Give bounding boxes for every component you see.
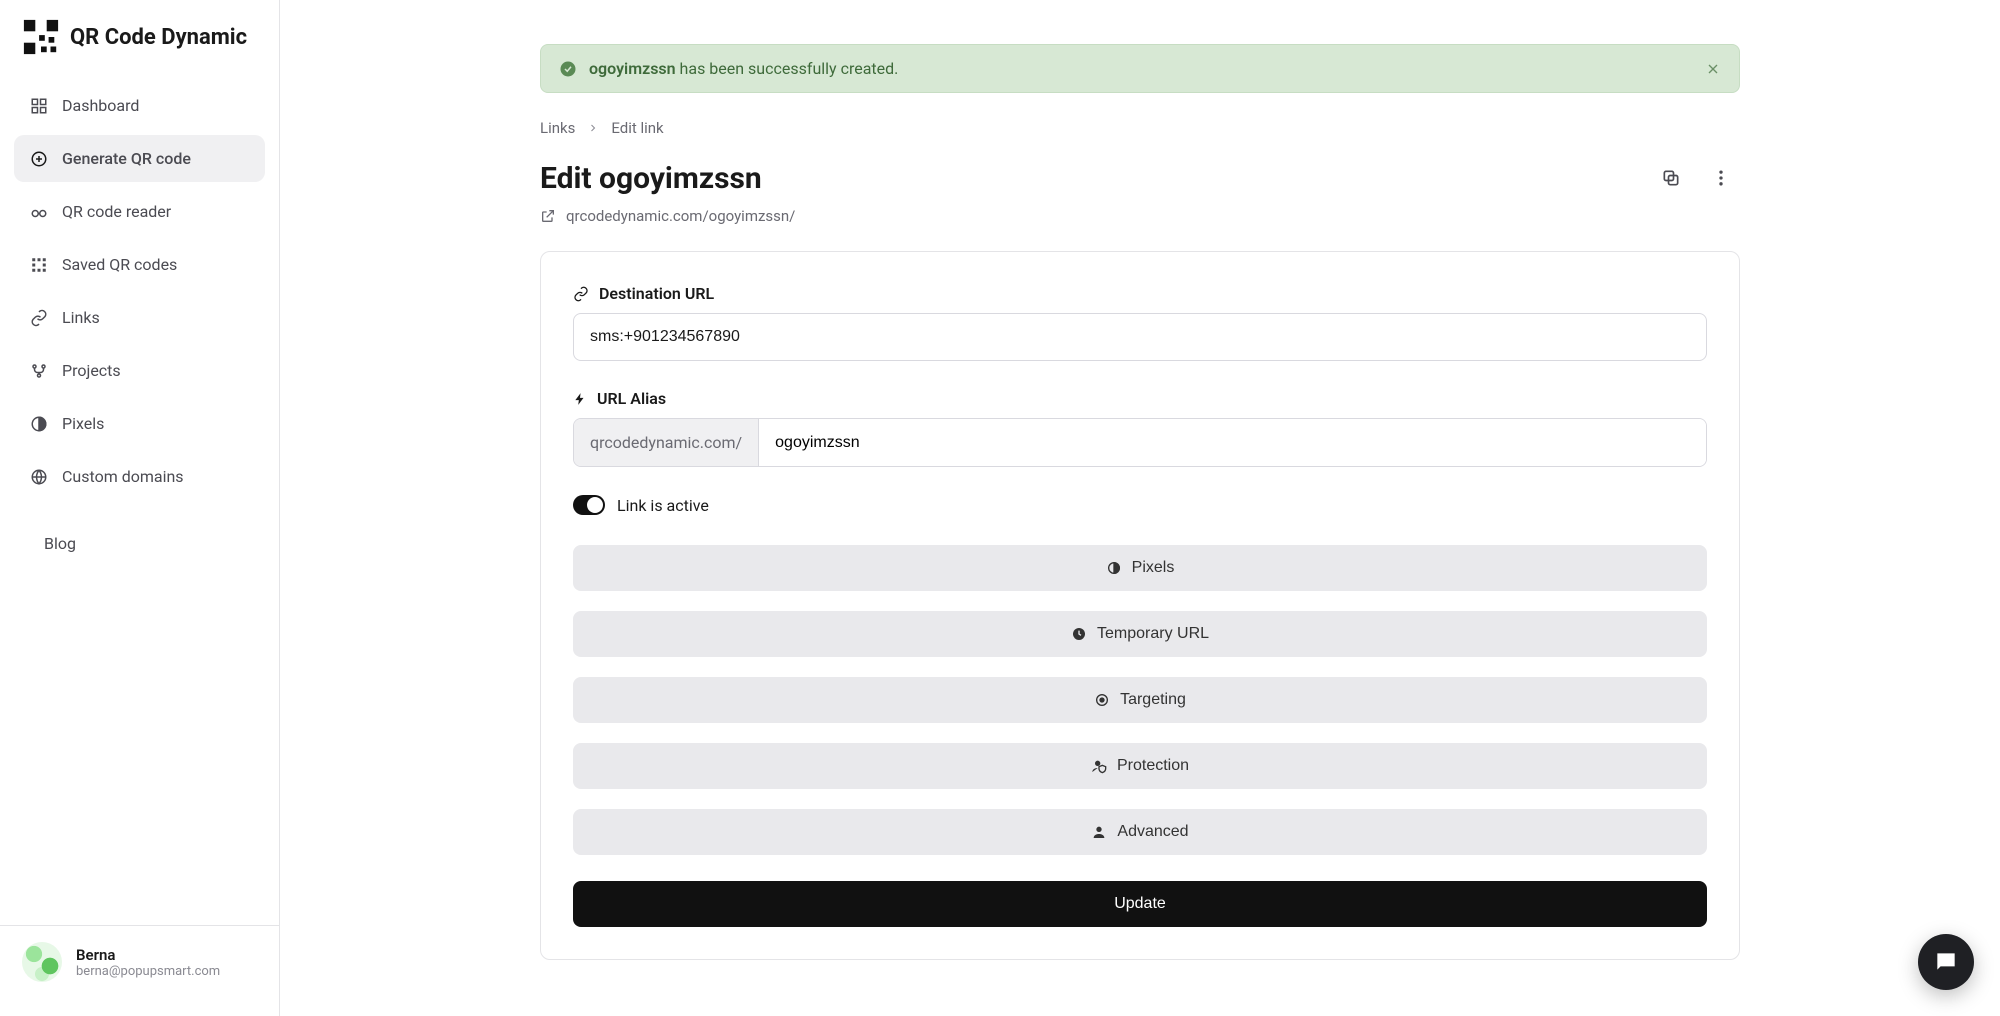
toggle-knob: [587, 497, 603, 513]
section-advanced-button[interactable]: Advanced: [573, 809, 1707, 855]
pixels-icon: [1106, 560, 1122, 576]
destination-url-field: Destination URL: [573, 284, 1707, 361]
sidebar-user[interactable]: Berna berna@popupsmart.com: [0, 925, 279, 998]
section-label: Advanced: [1117, 823, 1188, 841]
url-alias-input[interactable]: [759, 419, 1706, 466]
check-circle-icon: [559, 60, 577, 78]
clock-icon: [1071, 626, 1087, 642]
sidebar-item-pixels[interactable]: Pixels: [14, 400, 265, 447]
glasses-icon: [30, 203, 48, 221]
alert-close-button[interactable]: [1705, 61, 1721, 77]
avatar: [22, 942, 62, 982]
close-icon: [1705, 61, 1721, 77]
pixels-icon: [30, 415, 48, 433]
copy-icon: [1661, 168, 1681, 188]
breadcrumb-root[interactable]: Links: [540, 119, 575, 137]
section-label: Targeting: [1120, 691, 1186, 709]
sidebar: QR Code Dynamic Dashboard Generate QR co…: [0, 0, 280, 1016]
chevron-right-icon: [587, 122, 599, 134]
app-logo[interactable]: QR Code Dynamic: [0, 18, 279, 74]
url-alias-field: URL Alias qrcodedynamic.com/: [573, 389, 1707, 467]
sidebar-item-label: Projects: [62, 361, 121, 380]
link-icon: [573, 286, 589, 302]
url-alias-prefix: qrcodedynamic.com/: [574, 419, 759, 466]
qr-logo-icon: [22, 18, 60, 56]
sidebar-item-label: Saved QR codes: [62, 255, 177, 274]
sidebar-item-label: QR code reader: [62, 202, 171, 221]
app-name: QR Code Dynamic: [70, 25, 247, 50]
alert-subject: ogoyimzssn: [589, 59, 676, 78]
user-cog-icon: [1091, 824, 1107, 840]
edit-form-card: Destination URL URL Alias qrcodedynamic.…: [540, 251, 1740, 960]
target-icon: [1094, 692, 1110, 708]
user-name: Berna: [76, 946, 220, 964]
sidebar-item-dashboard[interactable]: Dashboard: [14, 82, 265, 129]
sidebar-item-blog[interactable]: Blog: [14, 520, 265, 567]
external-link-icon: [540, 208, 556, 224]
more-vertical-icon: [1711, 168, 1731, 188]
globe-icon: [30, 468, 48, 486]
link-active-toggle-row: Link is active: [573, 495, 1707, 515]
sidebar-item-generate-qr[interactable]: Generate QR code: [14, 135, 265, 182]
url-alias-input-group: qrcodedynamic.com/: [573, 418, 1707, 467]
branch-icon: [30, 362, 48, 380]
success-alert: ogoyimzssn has been successfully created…: [540, 44, 1740, 93]
sidebar-item-label: Custom domains: [62, 467, 184, 486]
section-pixels-button[interactable]: Pixels: [573, 545, 1707, 591]
page-title: Edit ogoyimzssn: [540, 161, 762, 196]
breadcrumb-current: Edit link: [611, 119, 663, 137]
sidebar-item-saved-qr[interactable]: Saved QR codes: [14, 241, 265, 288]
sidebar-item-qr-reader[interactable]: QR code reader: [14, 188, 265, 235]
section-targeting-button[interactable]: Targeting: [573, 677, 1707, 723]
sidebar-item-label: Pixels: [62, 414, 104, 433]
short-url-text[interactable]: qrcodedynamic.com/ogoyimzssn/: [566, 207, 795, 225]
sidebar-item-label: Links: [62, 308, 100, 327]
page-header: Edit ogoyimzssn: [540, 159, 1740, 197]
chat-icon: [1933, 949, 1959, 975]
section-temporary-url-button[interactable]: Temporary URL: [573, 611, 1707, 657]
grid-icon: [30, 97, 48, 115]
destination-url-label: Destination URL: [599, 284, 714, 303]
sidebar-item-label: Dashboard: [62, 96, 139, 115]
sidebar-item-links[interactable]: Links: [14, 294, 265, 341]
url-alias-label: URL Alias: [597, 389, 666, 408]
section-label: Pixels: [1132, 559, 1175, 577]
link-active-label: Link is active: [617, 496, 709, 515]
sidebar-item-label: Generate QR code: [62, 149, 191, 168]
main-content: ogoyimzssn has been successfully created…: [280, 0, 2000, 1016]
update-button[interactable]: Update: [573, 881, 1707, 927]
chat-widget-button[interactable]: [1918, 934, 1974, 990]
user-email: berna@popupsmart.com: [76, 964, 220, 979]
destination-url-input[interactable]: [573, 313, 1707, 361]
sidebar-item-custom-domains[interactable]: Custom domains: [14, 453, 265, 500]
more-menu-button[interactable]: [1702, 159, 1740, 197]
bolt-icon: [573, 392, 587, 406]
qr-grid-icon: [30, 256, 48, 274]
user-shield-icon: [1091, 758, 1107, 774]
copy-link-button[interactable]: [1652, 159, 1690, 197]
section-label: Temporary URL: [1097, 625, 1209, 643]
link-active-toggle[interactable]: [573, 495, 605, 515]
sidebar-item-projects[interactable]: Projects: [14, 347, 265, 394]
alert-message: has been successfully created.: [676, 59, 899, 78]
plus-circle-icon: [30, 150, 48, 168]
sidebar-nav: Dashboard Generate QR code QR code reade…: [0, 74, 279, 925]
short-url-row: qrcodedynamic.com/ogoyimzssn/: [540, 207, 1740, 225]
breadcrumb: Links Edit link: [540, 119, 1740, 137]
link-icon: [30, 309, 48, 327]
section-label: Protection: [1117, 757, 1189, 775]
section-protection-button[interactable]: Protection: [573, 743, 1707, 789]
